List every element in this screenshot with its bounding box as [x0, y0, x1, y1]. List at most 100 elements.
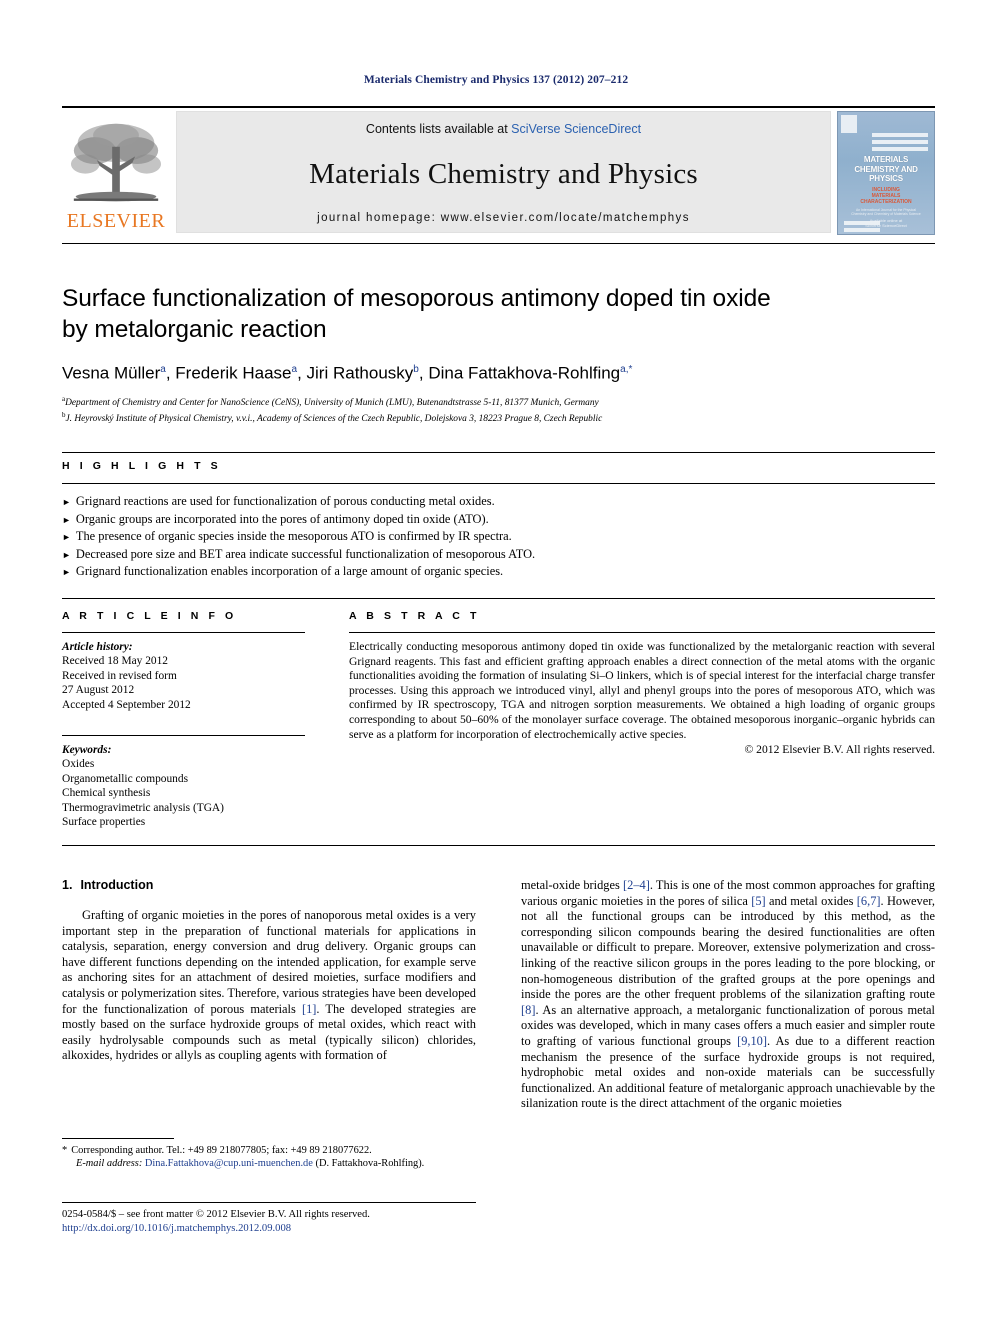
highlight-text: Decreased pore size and BET area indicat… [75, 546, 536, 561]
elsevier-wordmark: ELSEVIER [66, 210, 166, 232]
highlight-text: The presence of organic species inside t… [75, 529, 512, 544]
masthead-top-rule [62, 106, 935, 108]
footnote-corresponding-line: * Corresponding author. Tel.: +49 89 2180… [62, 1144, 476, 1157]
highlights-heading: H I G H L I G H T S [62, 460, 222, 472]
masthead-center-panel: Contents lists available at SciVerse Sci… [176, 111, 831, 233]
intro-paragraph-left: Grafting of organic moieties in the pore… [62, 908, 476, 1063]
paper-page: Materials Chemistry and Physics 137 (201… [0, 0, 992, 1323]
author-name: Jiri Rathousky [306, 363, 414, 383]
body-left-column: 1. Introduction Grafting of organic moiet… [62, 878, 476, 1112]
highlights-rule [62, 483, 935, 484]
bottom-rule [62, 1202, 476, 1203]
title-block: Surface functionalization of mesoporous … [62, 283, 935, 425]
highlight-text: Grignard functionalization enables incor… [75, 564, 504, 579]
article-history-line: Accepted 4 September 2012 [62, 698, 191, 711]
doi-link[interactable]: http://dx.doi.org/10.1016/j.matchemphys.… [62, 1222, 522, 1236]
masthead-bottom-rule [62, 243, 935, 244]
author-affiliation-marker: a [160, 364, 166, 375]
intro-paragraph-right: metal-oxide bridges [2–4]. This is one o… [521, 878, 935, 1111]
cover-subtitle-line3: CHARACTERIZATION [860, 198, 912, 205]
abstract-copyright: © 2012 Elsevier B.V. All rights reserved… [744, 743, 935, 757]
bullet-arrow-icon: ► [62, 567, 71, 578]
author-name: Frederik Haase [175, 363, 292, 383]
journal-masthead: ELSEVIER Contents lists available at Sci… [62, 106, 935, 235]
author-list: Vesna Müllera, Frederik Haasea, Jiri Rat… [62, 363, 633, 383]
article-history-line: Received 18 May 2012 [62, 655, 168, 668]
cover-footer-line2: SciVerse ScienceDirect [865, 223, 907, 228]
article-history-line: 27 August 2012 [62, 684, 135, 697]
journal-title: Materials Chemistry and Physics [309, 157, 698, 190]
cover-title-line2: CHEMISTRY AND [854, 164, 918, 174]
article-history-line: Received in revised form [62, 669, 177, 682]
author-name: Vesna Müller [62, 363, 161, 383]
page-title: Surface functionalization of mesoporous … [62, 283, 935, 345]
article-info-rule [62, 632, 305, 633]
affiliation-line: bJ. Heyrovský Institute of Physical Chem… [62, 409, 935, 425]
affiliation-line: aDepartment of Chemistry and Center for … [62, 393, 935, 409]
keywords-rule [62, 735, 305, 737]
citation-reference[interactable]: [5] [751, 894, 765, 908]
corresponding-author-footnote: * Corresponding author. Tel.: +49 89 2180… [62, 1138, 476, 1171]
bullet-arrow-icon: ► [62, 549, 71, 560]
elsevier-tree-icon [70, 123, 162, 202]
footnote-email-label: E-mail address: [76, 1158, 143, 1170]
elsevier-logo: ELSEVIER [62, 111, 170, 233]
abstract-column: A B S T R A C T Electrically conducting … [349, 610, 935, 829]
cover-fine-line2: Chemistry and Chemistry of Materials Sci… [851, 212, 921, 217]
sciencedirect-link[interactable]: SciVerse ScienceDirect [511, 122, 641, 136]
issn-copyright-line: 0254-0584/$ – see front matter © 2012 El… [62, 1209, 370, 1220]
highlight-item: ► Grignard functionalization enables inco… [62, 563, 935, 581]
keyword-item: Thermogravimetric analysis (TGA) [62, 801, 224, 814]
author-affiliation-marker: a,* [620, 364, 633, 375]
keyword-item: Chemical synthesis [62, 787, 151, 800]
abstract-text: Electrically conducting mesoporous antim… [349, 640, 935, 741]
article-history-label: Article history: [62, 641, 133, 653]
footnote-corresponding-text: Corresponding author. Tel.: +49 89 21807… [71, 1145, 372, 1156]
highlight-item: ► Organic groups are incorporated into th… [62, 511, 935, 529]
bullet-arrow-icon: ► [62, 532, 71, 543]
citation-reference[interactable]: [9,10] [737, 1034, 767, 1048]
article-history-lines: Received 18 May 2012 Received in revised … [62, 654, 305, 712]
citation-reference[interactable]: [6,7] [857, 894, 881, 908]
keywords-list: Oxides Organometallic compounds Chemical s… [62, 757, 305, 829]
keywords-label: Keywords: [62, 744, 112, 757]
paper-title-line2: by metalorganic reaction [62, 316, 327, 343]
abstract-rule [349, 632, 935, 633]
body-right-column: metal-oxide bridges [2–4]. This is one o… [521, 878, 935, 1112]
author-name: Dina Fattakhova-Rohlfing [428, 363, 621, 383]
highlights-section: H I G H L I G H T S ► Grignard reactions … [62, 460, 935, 581]
bullet-arrow-icon: ► [62, 514, 71, 525]
keyword-item: Surface properties [62, 816, 146, 829]
body-columns: 1. Introduction Grafting of organic moiet… [62, 878, 935, 1112]
highlights-list: ► Grignard reactions are used for functio… [62, 493, 935, 581]
affiliation-list: aDepartment of Chemistry and Center for … [62, 393, 935, 425]
contents-available-line: Contents lists available at SciVerse Sci… [366, 122, 641, 136]
bullet-arrow-icon: ► [62, 497, 71, 507]
affiliation-text: J. Heyrovský Institute of Physical Chemi… [65, 413, 603, 424]
footnote-email-link[interactable]: Dina.Fattakhova@cup.uni-muenchen.de [145, 1158, 313, 1169]
keyword-item: Organometallic compounds [62, 772, 189, 785]
abstract-heading: A B S T R A C T [349, 610, 480, 622]
paper-title-line1: Surface functionalization of mesoporous … [62, 285, 771, 312]
citation-reference[interactable]: [2–4] [623, 878, 650, 892]
bottom-matter: 0254-0584/$ – see front matter © 2012 El… [62, 1208, 522, 1235]
article-info-column: A R T I C L E I N F O Article history: R… [62, 610, 305, 829]
section-number: 1. [62, 878, 73, 892]
footnote-star: * [62, 1145, 68, 1156]
body-top-rule [62, 845, 935, 846]
cover-title-line1: MATERIALS [863, 155, 909, 164]
keyword-item: Oxides [62, 758, 95, 771]
highlight-text: Organic groups are incorporated into the… [75, 511, 489, 526]
citation-reference[interactable]: [1] [302, 1002, 316, 1016]
highlight-item: ► Decreased pore size and BET area indica… [62, 546, 935, 564]
journal-homepage-link[interactable]: journal homepage: www.elsevier.com/locat… [317, 212, 690, 224]
highlights-top-rule [62, 452, 935, 453]
section-heading-introduction: 1. Introduction [62, 878, 476, 892]
footnote-email-owner: (D. Fattakhova-Rohlfing). [315, 1158, 425, 1170]
author-affiliation-marker: b [413, 364, 419, 375]
info-abstract-section: A R T I C L E I N F O Article history: R… [62, 610, 935, 829]
affiliation-text: Department of Chemistry and Center for N… [65, 397, 599, 408]
contents-prefix: Contents lists available at [365, 122, 512, 136]
citation-reference[interactable]: [8] [521, 1003, 535, 1017]
highlight-text: Grignard reactions are used for function… [75, 494, 495, 508]
